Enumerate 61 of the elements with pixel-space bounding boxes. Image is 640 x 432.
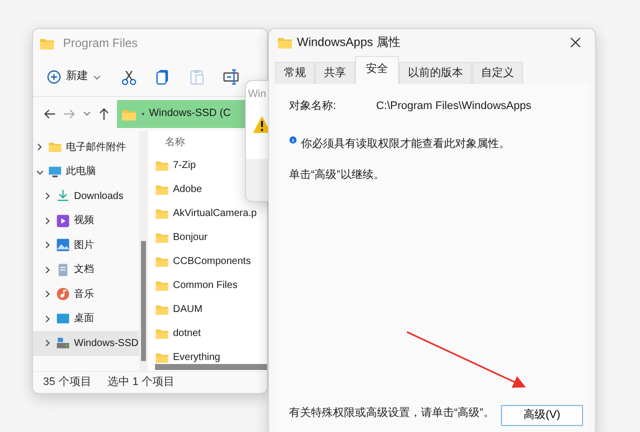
field-value: C:\Program Files\WindowsApps bbox=[376, 98, 532, 114]
separator-icon bbox=[141, 112, 145, 116]
info-icon bbox=[289, 136, 297, 144]
status-text: 35 个项目 bbox=[43, 375, 92, 390]
tab[interactable]: 常规 bbox=[275, 62, 315, 84]
window-title: Program Files bbox=[63, 35, 138, 52]
chevron-right-icon[interactable] bbox=[43, 191, 52, 202]
document-icon bbox=[56, 262, 70, 278]
chevron-right-icon[interactable] bbox=[43, 216, 52, 226]
hint-text: 单击“高级”以继续。 bbox=[289, 168, 386, 182]
chevron-right-icon[interactable] bbox=[43, 289, 52, 300]
tab[interactable]: 自定义 bbox=[472, 62, 523, 84]
music-icon bbox=[56, 286, 70, 302]
file-name[interactable]: Everything bbox=[173, 350, 220, 364]
nav-item[interactable]: 电子邮件附件 bbox=[33, 135, 139, 160]
dialog-title: WindowsApps 属性 bbox=[297, 34, 402, 51]
video-icon bbox=[56, 212, 70, 229]
rename-icon[interactable] bbox=[223, 68, 239, 84]
nav-item[interactable]: 图片 bbox=[33, 233, 139, 258]
plus-icon bbox=[47, 70, 61, 84]
chevron-right-icon[interactable] bbox=[43, 240, 52, 250]
scrollbar-thumb[interactable] bbox=[155, 364, 267, 370]
scrollbar-thumb[interactable] bbox=[141, 241, 146, 361]
file-name[interactable]: AkVirtualCamera.p bbox=[173, 206, 257, 220]
caret-icon bbox=[93, 74, 101, 80]
file-name[interactable]: DAUM bbox=[173, 302, 202, 316]
nav-item[interactable]: 文档 bbox=[33, 258, 139, 282]
status-text: 选中 1 个项目 bbox=[107, 375, 175, 390]
file-name[interactable]: 7-Zip bbox=[173, 158, 196, 172]
file-name[interactable]: CCBComponents bbox=[173, 254, 251, 268]
drive-icon bbox=[56, 335, 70, 352]
nav-item[interactable]: 视频 bbox=[33, 208, 139, 233]
advanced-button[interactable]: 高级(V) bbox=[501, 404, 583, 426]
chevron-right-icon[interactable] bbox=[43, 314, 52, 324]
close-icon bbox=[570, 37, 581, 48]
tab[interactable]: 以前的版本 bbox=[399, 62, 472, 84]
nav-item[interactable]: Downloads bbox=[33, 184, 139, 208]
field-label: 对象名称: bbox=[289, 98, 336, 114]
nav-item[interactable]: 桌面 bbox=[33, 306, 139, 331]
file-name[interactable]: Common Files bbox=[173, 278, 238, 292]
chevron-right-icon[interactable] bbox=[43, 338, 52, 348]
tab[interactable]: 共享 bbox=[315, 62, 355, 84]
file-name[interactable]: Adobe bbox=[173, 182, 202, 196]
file-name[interactable]: Bonjour bbox=[173, 230, 208, 244]
nav-item[interactable]: 音乐 bbox=[33, 282, 139, 306]
notice-text: 你必须具有读取权限才能查看此对象属性。 bbox=[301, 136, 510, 152]
tab[interactable]: 安全 bbox=[355, 56, 399, 84]
chevron-right-icon[interactable] bbox=[35, 142, 44, 152]
up-arrow-icon[interactable] bbox=[98, 107, 110, 121]
nav-item[interactable]: 此电脑 bbox=[33, 160, 139, 184]
picture-icon bbox=[56, 237, 70, 254]
file-name[interactable]: dotnet bbox=[173, 326, 201, 340]
back-arrow-icon[interactable] bbox=[43, 107, 56, 121]
copy-icon[interactable] bbox=[155, 68, 171, 84]
scissors-icon[interactable] bbox=[121, 68, 137, 84]
dialog-title: Win bbox=[247, 87, 268, 102]
new-button[interactable]: 新建 bbox=[43, 66, 105, 87]
nav-item[interactable]: Windows-SSD bbox=[33, 331, 139, 356]
chevron-down-icon[interactable] bbox=[83, 111, 91, 117]
advanced-text: 有关特殊权限或高级设置，请单击“高级”。 bbox=[289, 406, 494, 421]
chevron-right-icon[interactable] bbox=[43, 264, 52, 275]
